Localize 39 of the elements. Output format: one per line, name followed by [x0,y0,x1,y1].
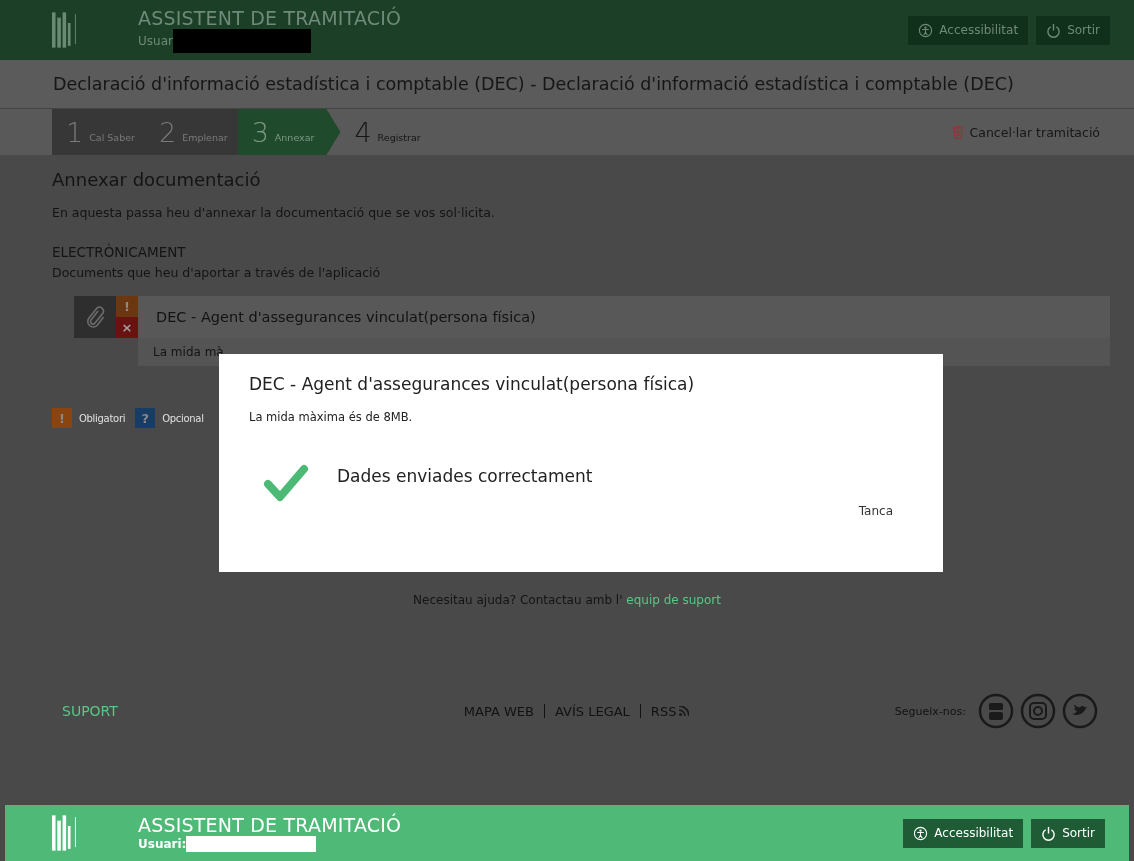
support-link[interactable]: equip de suport [626,593,721,607]
checkmark-icon [263,464,309,502]
trash-icon [951,125,964,139]
page-title: Declaració d'informació estadística i comptable (DEC) - Declaració d'informació estadística i comptable (DEC) [53,74,1014,94]
success-message: Dades enviades correctament [337,466,593,486]
accessibility-icon [918,22,934,38]
close-button[interactable]: Tanca [854,500,897,522]
legend-label: Obligatori [79,412,126,424]
bird-icon[interactable] [1062,693,1098,729]
app-title: ASSISTENT DE TRAMITACIÓ [138,7,402,29]
legend-badge: ? [135,408,156,428]
support-link[interactable]: SUPORT [62,703,118,719]
user-label: Usuari: [138,837,187,851]
footer-link[interactable]: MAPA WEB [463,703,534,719]
dialog-note: La mida màxima és de 8MB. [249,410,414,424]
logout-button[interactable]: Sortir [1036,15,1110,45]
remove-button[interactable]: × [116,317,138,338]
cancel-link[interactable]: Cancel·lar tramitació [951,124,1100,140]
step-tab[interactable]: 1 Cal Saber [52,109,145,155]
legend-badge: ! [52,408,72,428]
step-tab[interactable]: 3 Annexar [237,109,341,155]
step-tab[interactable]: 2 Emplenar [144,109,238,155]
accessibility-button[interactable]: Accessibilitat [903,818,1024,848]
mandatory-badge: ! [116,296,138,317]
step-tab[interactable]: 4 Registrar [340,109,431,155]
user-label: Usuar [138,34,173,48]
legend-label: Opcional [162,412,204,424]
paperclip-icon [85,305,105,329]
app-title: ASSISTENT DE TRAMITACIÓ [138,814,402,836]
rss-icon [679,706,690,716]
power-icon [1041,825,1057,841]
dialog-title: DEC - Agent d'assegurances vinculat(persona física) [249,374,696,394]
attach-button[interactable] [74,296,116,338]
logout-button[interactable]: Sortir [1031,818,1105,848]
power-icon [1046,22,1062,38]
accessibility-button[interactable]: Accessibilitat [908,15,1029,45]
accessibility-icon [913,825,929,841]
document-title: DEC - Agent d'assegurances vinculat(persona física) [156,309,536,325]
instagram-icon[interactable] [1020,693,1056,729]
